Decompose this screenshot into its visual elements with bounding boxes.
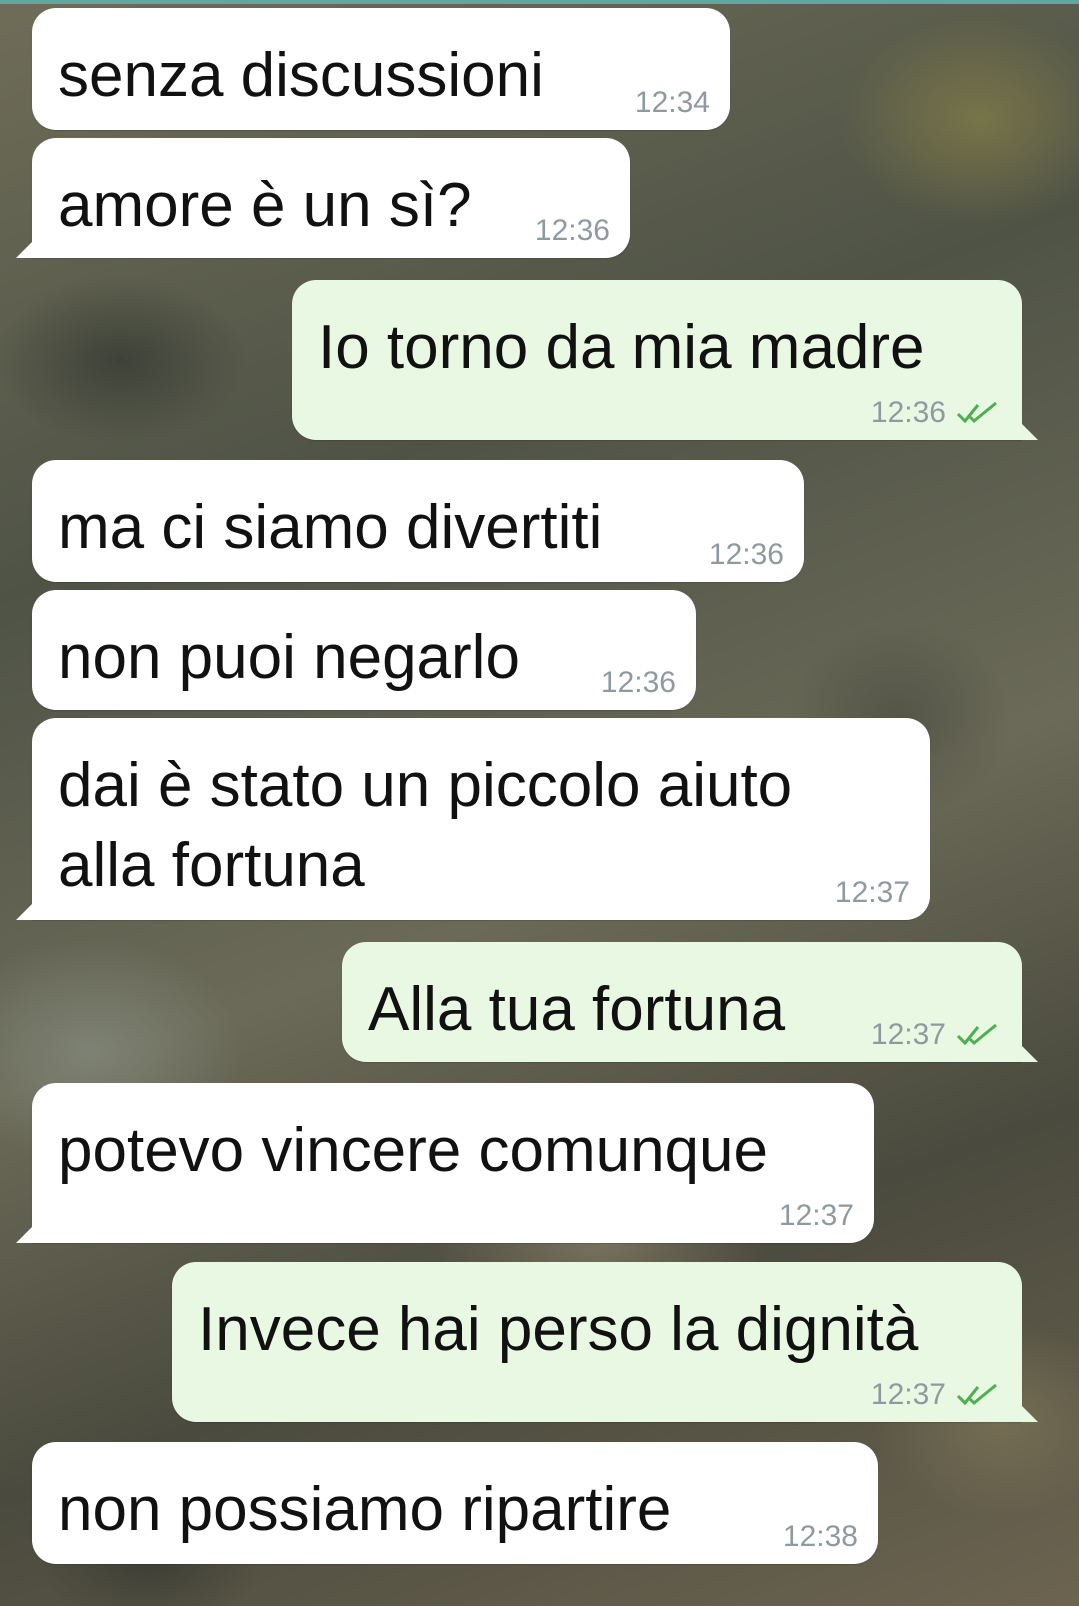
message-text: ma ci siamo divertiti	[58, 493, 603, 562]
message-bubble-outgoing[interactable]: Io torno da mia madre 12:36	[292, 280, 1038, 440]
message-time: 12:36	[870, 396, 946, 429]
message-bubble-incoming[interactable]: ma ci siamo divertiti 12:36	[32, 460, 804, 582]
message-text: amore è un sì?	[58, 171, 472, 240]
message-time: 12:37	[870, 1378, 946, 1411]
message-time: 12:36	[600, 666, 676, 699]
message-bubble-incoming[interactable]: senza discussioni 12:34	[32, 8, 730, 130]
message-time: 12:34	[634, 86, 710, 119]
double-check-icon	[956, 1023, 997, 1046]
message-text: Io torno da mia madre	[318, 313, 925, 382]
message-meta: 12:34	[635, 86, 710, 120]
message-meta: 12:37	[779, 1199, 854, 1233]
message-meta: 12:38	[783, 1520, 858, 1554]
message-meta: 12:36	[601, 666, 676, 700]
message-bubble-incoming[interactable]: dai è stato un piccolo aiuto alla fortun…	[16, 718, 930, 920]
message-time: 12:37	[870, 1018, 946, 1051]
message-bubble-outgoing[interactable]: Alla tua fortuna 12:37	[342, 942, 1038, 1062]
top-status-strip	[0, 0, 1079, 4]
message-bubble-incoming[interactable]: amore è un sì? 12:36	[16, 138, 630, 258]
message-text: non puoi negarlo	[58, 623, 520, 692]
message-bubble-incoming[interactable]: non possiamo ripartire 12:38	[32, 1442, 878, 1564]
message-bubble-incoming[interactable]: non puoi negarlo 12:36	[32, 590, 696, 710]
message-time: 12:38	[782, 1520, 858, 1553]
message-time: 12:37	[778, 1199, 854, 1232]
double-check-icon	[956, 1383, 997, 1406]
double-check-icon	[956, 401, 997, 424]
message-meta: 12:36	[709, 538, 784, 572]
message-time: 12:36	[708, 538, 784, 571]
message-meta: 12:37	[835, 876, 910, 910]
message-time: 12:36	[534, 214, 610, 247]
message-meta: 12:37	[871, 1378, 1002, 1412]
message-meta: 12:36	[535, 214, 610, 248]
message-bubble-outgoing[interactable]: Invece hai perso la dignità 12:37	[172, 1262, 1038, 1422]
message-meta: 12:36	[871, 396, 1002, 430]
message-text: dai è stato un piccolo aiuto alla fortun…	[58, 751, 793, 900]
message-text: non possiamo ripartire	[58, 1475, 672, 1544]
message-text: senza discussioni	[58, 41, 544, 110]
message-meta: 12:37	[871, 1018, 1002, 1052]
message-text: potevo vincere comunque	[58, 1116, 769, 1185]
message-bubble-incoming[interactable]: potevo vincere comunque 12:37	[16, 1083, 874, 1243]
message-text: Invece hai perso la dignità	[198, 1295, 919, 1364]
message-time: 12:37	[834, 876, 910, 909]
